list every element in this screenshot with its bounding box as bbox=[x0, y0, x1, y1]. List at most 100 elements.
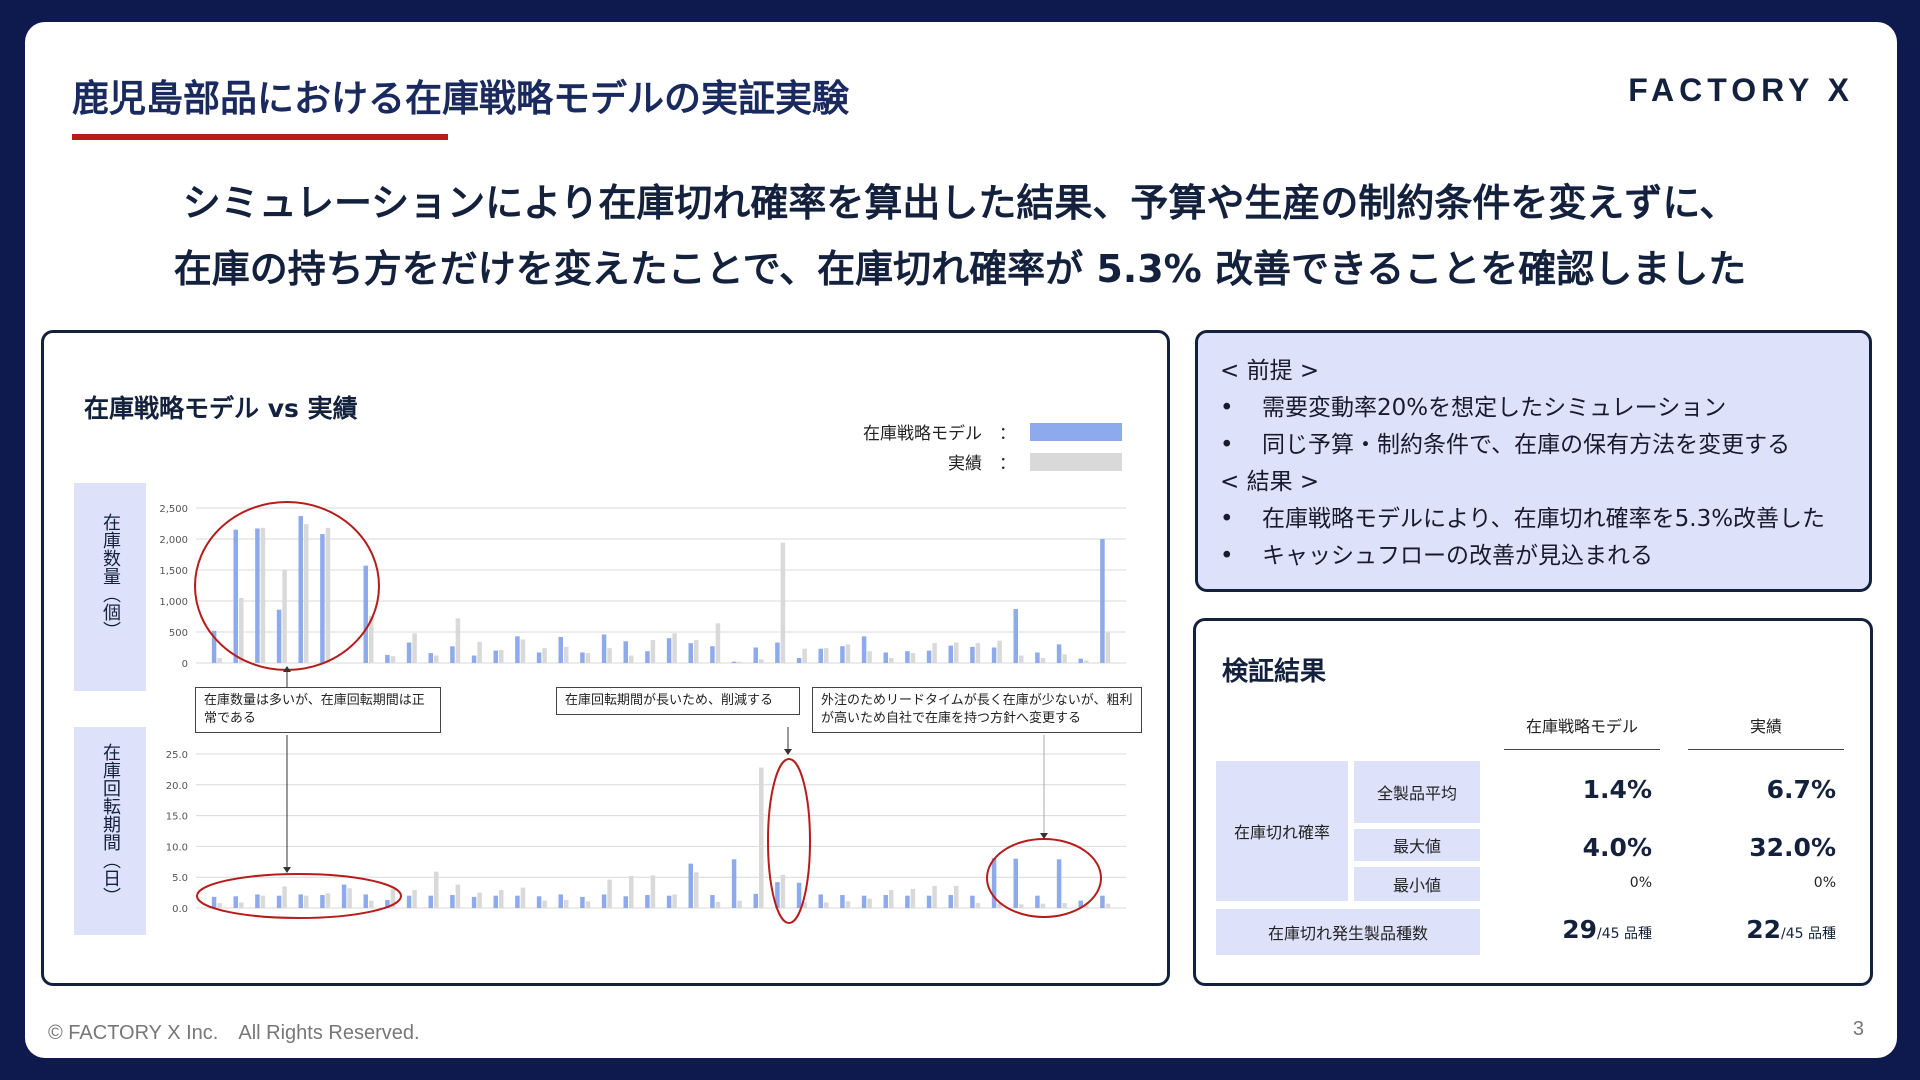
bar-turnover bbox=[623, 896, 628, 908]
bar-turnover bbox=[347, 888, 352, 908]
page-number: 3 bbox=[1852, 1018, 1864, 1040]
result-header: < 結果 > bbox=[1220, 469, 1320, 495]
bar-turnover bbox=[753, 893, 758, 908]
y-tick-label: 500 bbox=[169, 628, 188, 639]
bar-turnover bbox=[320, 895, 325, 908]
bar-quantity bbox=[325, 527, 331, 663]
bar-quantity bbox=[1035, 652, 1040, 663]
bar-quantity bbox=[542, 648, 547, 663]
bar-turnover bbox=[471, 896, 477, 908]
model-count-value: 29/45 品種 bbox=[1502, 915, 1652, 944]
bar-quantity bbox=[1100, 539, 1105, 663]
bar-quantity bbox=[824, 648, 829, 663]
bar-turnover bbox=[975, 903, 981, 908]
bar-turnover bbox=[861, 895, 867, 908]
bar-turnover bbox=[536, 896, 542, 908]
bar-turnover bbox=[585, 901, 591, 908]
bar-turnover bbox=[731, 859, 737, 908]
col-header-actual: 実績 bbox=[1688, 713, 1844, 750]
bar-turnover bbox=[260, 895, 266, 908]
bar-turnover bbox=[1062, 903, 1067, 908]
bar-quantity bbox=[780, 542, 786, 663]
bar-turnover bbox=[325, 893, 331, 908]
bar-turnover bbox=[818, 894, 823, 908]
bar-quantity bbox=[932, 643, 937, 663]
bar-quantity bbox=[412, 633, 417, 663]
bar-turnover bbox=[499, 890, 504, 908]
bar-quantity bbox=[997, 640, 1002, 663]
y-tick-label: 10.0 bbox=[166, 842, 188, 853]
bar-quantity bbox=[759, 659, 764, 663]
bar-turnover bbox=[564, 899, 569, 908]
bar-turnover bbox=[629, 875, 634, 908]
col-header-model: 在庫戦略モデル bbox=[1504, 713, 1660, 750]
bar-quantity bbox=[515, 636, 520, 663]
bar-turnover bbox=[824, 902, 829, 908]
title-underline bbox=[72, 134, 448, 140]
bar-quantity bbox=[564, 646, 569, 663]
bar-quantity bbox=[406, 642, 412, 663]
bar-quantity bbox=[390, 656, 396, 663]
bar-turnover bbox=[991, 858, 997, 908]
bar-turnover bbox=[715, 901, 721, 908]
bar-quantity bbox=[818, 648, 823, 663]
bar-quantity bbox=[255, 528, 260, 663]
bar-quantity bbox=[260, 527, 266, 663]
verification-title: 検証結果 bbox=[1222, 657, 1327, 687]
bar-turnover bbox=[515, 895, 520, 908]
bar-quantity bbox=[499, 649, 504, 663]
bar-turnover bbox=[477, 892, 482, 908]
bar-turnover bbox=[341, 884, 347, 908]
bar-turnover bbox=[759, 767, 764, 908]
bar-quantity bbox=[954, 642, 959, 663]
bar-quantity bbox=[905, 651, 910, 663]
actual-max-value: 32.0% bbox=[1749, 833, 1836, 862]
bar-turnover bbox=[905, 895, 910, 908]
bar-quantity bbox=[282, 569, 287, 663]
bar-quantity bbox=[1013, 609, 1018, 663]
y-tick-label: 0.0 bbox=[172, 904, 188, 915]
bar-quantity bbox=[520, 639, 526, 663]
bar-quantity bbox=[775, 642, 780, 663]
model-max-value: 4.0% bbox=[1582, 833, 1652, 862]
bar-quantity bbox=[477, 641, 482, 663]
bar-quantity bbox=[970, 646, 975, 663]
bar-quantity bbox=[910, 653, 916, 663]
bar-quantity bbox=[889, 658, 894, 663]
headline-line-1: シミュレーションにより在庫切れ確率を算出した結果、予算や生産の制約条件を変えずに… bbox=[182, 181, 1738, 225]
bar-turnover bbox=[970, 895, 975, 908]
bar-turnover bbox=[1019, 904, 1024, 908]
bar-quantity bbox=[1056, 644, 1062, 663]
bar-turnover bbox=[666, 895, 672, 908]
bar-quantity bbox=[455, 618, 461, 663]
bar-quantity bbox=[1084, 660, 1089, 663]
model-average-value: 1.4% bbox=[1582, 775, 1652, 804]
y-tick-label: 1,000 bbox=[159, 597, 188, 608]
bar-turnover bbox=[1040, 903, 1046, 908]
actual-count-number: 22 bbox=[1746, 915, 1782, 944]
bar-quantity bbox=[385, 654, 390, 663]
copyright-footer: © FACTORY X Inc. All Rights Reserved. bbox=[48, 1022, 420, 1044]
callout-outsource: 外注のためリードタイムが長く在庫が少ないが、粗利が高いため自社で在庫を持つ方針へ… bbox=[812, 687, 1142, 733]
bar-turnover bbox=[304, 895, 309, 908]
bar-turnover bbox=[889, 890, 894, 908]
callout-quantity-high: 在庫数量は多いが、在庫回転期間は正常である bbox=[195, 687, 441, 733]
verification-panel: 検証結果 在庫戦略モデル 実績 在庫切れ確率 全製品平均 最大値 最小値 在庫切… bbox=[1193, 618, 1873, 986]
bar-turnover bbox=[369, 900, 374, 908]
result-item: 在庫戦略モデルにより、在庫切れ確率を5.3%改善した bbox=[1220, 501, 1825, 538]
bar-turnover bbox=[867, 898, 872, 908]
bar-turnover bbox=[910, 888, 916, 908]
bar-turnover bbox=[672, 894, 677, 908]
bar-turnover bbox=[233, 896, 238, 908]
bar-quantity bbox=[861, 636, 867, 663]
bar-turnover bbox=[255, 894, 260, 908]
bar-quantity bbox=[710, 646, 715, 663]
bar-quantity bbox=[731, 661, 737, 663]
bar-quantity bbox=[629, 655, 634, 663]
bar-turnover bbox=[276, 895, 282, 908]
bar-turnover bbox=[1100, 895, 1105, 908]
bar-quantity bbox=[672, 633, 677, 663]
bar-quantity bbox=[450, 646, 455, 663]
bar-turnover bbox=[607, 879, 612, 908]
actual-average-value: 6.7% bbox=[1766, 775, 1836, 804]
